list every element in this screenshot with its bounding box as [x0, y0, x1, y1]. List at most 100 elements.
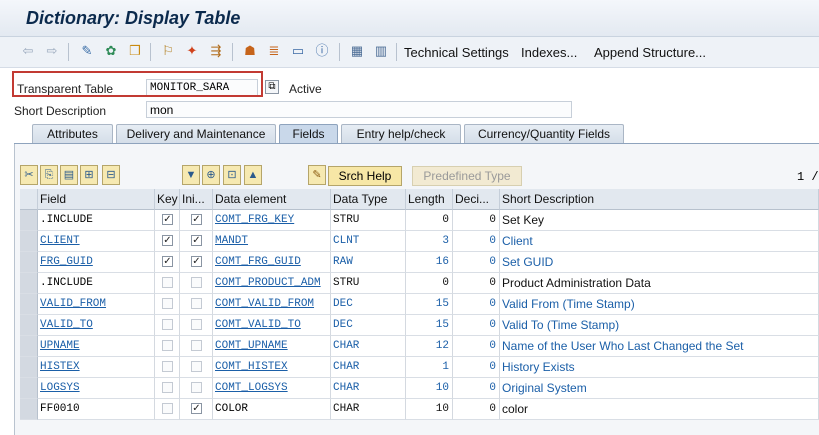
initial-checkbox[interactable]: [191, 340, 202, 351]
decimals-cell[interactable]: 0: [453, 210, 500, 231]
srch-help-button[interactable]: Srch Help: [328, 166, 402, 186]
table-contents-icon[interactable]: ▦: [349, 43, 365, 59]
initial-checkbox[interactable]: [191, 298, 202, 309]
length-cell[interactable]: 15: [406, 315, 453, 336]
key-checkbox[interactable]: [162, 319, 173, 330]
magic-wand-icon[interactable]: ✦: [184, 43, 200, 59]
tab-currency-quantity-fields[interactable]: Currency/Quantity Fields: [464, 124, 624, 144]
field-name-cell[interactable]: LOGSYS: [38, 378, 155, 399]
tab-delivery-and-maintenance[interactable]: Delivery and Maintenance: [116, 124, 276, 144]
data-element-cell[interactable]: MANDT: [213, 231, 331, 252]
data-element-cell[interactable]: COMT_PRODUCT_ADM: [213, 273, 331, 294]
data-type-cell[interactable]: CHAR: [331, 378, 406, 399]
field-name-cell[interactable]: .INCLUDE: [38, 210, 155, 231]
predefined-type-button[interactable]: Predefined Type: [412, 166, 522, 186]
data-type-cell[interactable]: STRU: [331, 273, 406, 294]
field-name-cell[interactable]: .INCLUDE: [38, 273, 155, 294]
column-header-decimals[interactable]: Deci...: [453, 189, 500, 210]
length-cell[interactable]: 10: [406, 399, 453, 420]
copy-icon[interactable]: ⧉: [265, 80, 279, 94]
cut-icon[interactable]: ✂: [20, 165, 38, 185]
initial-checkbox[interactable]: [191, 277, 202, 288]
field-name-cell[interactable]: VALID_FROM: [38, 294, 155, 315]
tab-fields[interactable]: Fields: [279, 124, 338, 144]
hierarchy-icon[interactable]: ⇶: [208, 43, 224, 59]
short-description-cell[interactable]: Valid To (Time Stamp): [500, 315, 819, 336]
back-arrow-icon[interactable]: ⇦: [20, 43, 36, 59]
length-cell[interactable]: 16: [406, 252, 453, 273]
length-cell[interactable]: 12: [406, 336, 453, 357]
object-list-icon[interactable]: ☗: [242, 43, 258, 59]
initial-checkbox[interactable]: [191, 319, 202, 330]
short-description-cell[interactable]: Set GUID: [500, 252, 819, 273]
copy-row-icon[interactable]: ⎘: [40, 165, 58, 185]
decimals-cell[interactable]: 0: [453, 336, 500, 357]
forward-arrow-icon[interactable]: ⇨: [44, 43, 60, 59]
sort-up-icon[interactable]: ▲: [244, 165, 262, 185]
search-help-icon[interactable]: ✎: [308, 165, 326, 185]
short-description-cell[interactable]: Client: [500, 231, 819, 252]
technical-settings-button[interactable]: Technical Settings: [404, 45, 509, 60]
expand-icon[interactable]: ⊕: [202, 165, 220, 185]
field-name-cell[interactable]: UPNAME: [38, 336, 155, 357]
decimals-cell[interactable]: 0: [453, 231, 500, 252]
indexes-button[interactable]: Indexes...: [521, 45, 577, 60]
field-name-cell[interactable]: HISTEX: [38, 357, 155, 378]
data-element-cell[interactable]: COMT_FRG_KEY: [213, 210, 331, 231]
append-structure-button[interactable]: Append Structure...: [594, 45, 706, 60]
data-type-cell[interactable]: CLNT: [331, 231, 406, 252]
data-element-cell[interactable]: COMT_FRG_GUID: [213, 252, 331, 273]
row-selector[interactable]: [20, 252, 38, 273]
field-name-cell[interactable]: CLIENT: [38, 231, 155, 252]
initial-checkbox[interactable]: ✓: [191, 256, 202, 267]
key-checkbox[interactable]: [162, 361, 173, 372]
other-object-icon[interactable]: ✎: [79, 43, 95, 59]
decimals-cell[interactable]: 0: [453, 357, 500, 378]
length-cell[interactable]: 1: [406, 357, 453, 378]
length-cell[interactable]: 0: [406, 210, 453, 231]
key-checkbox[interactable]: [162, 382, 173, 393]
initial-checkbox[interactable]: [191, 361, 202, 372]
row-selector[interactable]: [20, 357, 38, 378]
length-cell[interactable]: 15: [406, 294, 453, 315]
paste-icon[interactable]: ▤: [60, 165, 78, 185]
column-header-length[interactable]: Length: [406, 189, 453, 210]
short-description-cell[interactable]: History Exists: [500, 357, 819, 378]
data-type-cell[interactable]: STRU: [331, 210, 406, 231]
tab-attributes[interactable]: Attributes: [32, 124, 113, 144]
initial-checkbox[interactable]: ✓: [191, 214, 202, 225]
key-checkbox[interactable]: [162, 403, 173, 414]
select-all-cell[interactable]: [20, 189, 38, 210]
data-element-cell[interactable]: COLOR: [213, 399, 331, 420]
field-name-cell[interactable]: VALID_TO: [38, 315, 155, 336]
print-icon[interactable]: ≣: [266, 43, 282, 59]
short-description-cell[interactable]: Set Key: [500, 210, 819, 231]
short-description-cell[interactable]: color: [500, 399, 819, 420]
decimals-cell[interactable]: 0: [453, 378, 500, 399]
key-checkbox[interactable]: ✓: [162, 214, 173, 225]
data-element-cell[interactable]: COMT_VALID_TO: [213, 315, 331, 336]
data-element-cell[interactable]: COMT_UPNAME: [213, 336, 331, 357]
key-checkbox[interactable]: ✓: [162, 235, 173, 246]
key-checkbox[interactable]: [162, 298, 173, 309]
short-description-cell[interactable]: Original System: [500, 378, 819, 399]
display-change-icon[interactable]: ✿: [103, 43, 119, 59]
grid-icon[interactable]: ▥: [373, 43, 389, 59]
decimals-cell[interactable]: 0: [453, 315, 500, 336]
column-header-field[interactable]: Field: [38, 189, 155, 210]
row-selector[interactable]: [20, 399, 38, 420]
initial-checkbox[interactable]: [191, 382, 202, 393]
decimals-cell[interactable]: 0: [453, 399, 500, 420]
activate-icon[interactable]: ❒: [127, 43, 143, 59]
key-checkbox[interactable]: ✓: [162, 256, 173, 267]
short-description-cell[interactable]: Valid From (Time Stamp): [500, 294, 819, 315]
length-cell[interactable]: 10: [406, 378, 453, 399]
decimals-cell[interactable]: 0: [453, 294, 500, 315]
info-icon[interactable]: ▭: [290, 43, 306, 59]
row-selector[interactable]: [20, 294, 38, 315]
delete-row-icon[interactable]: ⊟: [102, 165, 120, 185]
initial-checkbox[interactable]: ✓: [191, 235, 202, 246]
row-selector[interactable]: [20, 210, 38, 231]
row-selector[interactable]: [20, 231, 38, 252]
decimals-cell[interactable]: 0: [453, 273, 500, 294]
